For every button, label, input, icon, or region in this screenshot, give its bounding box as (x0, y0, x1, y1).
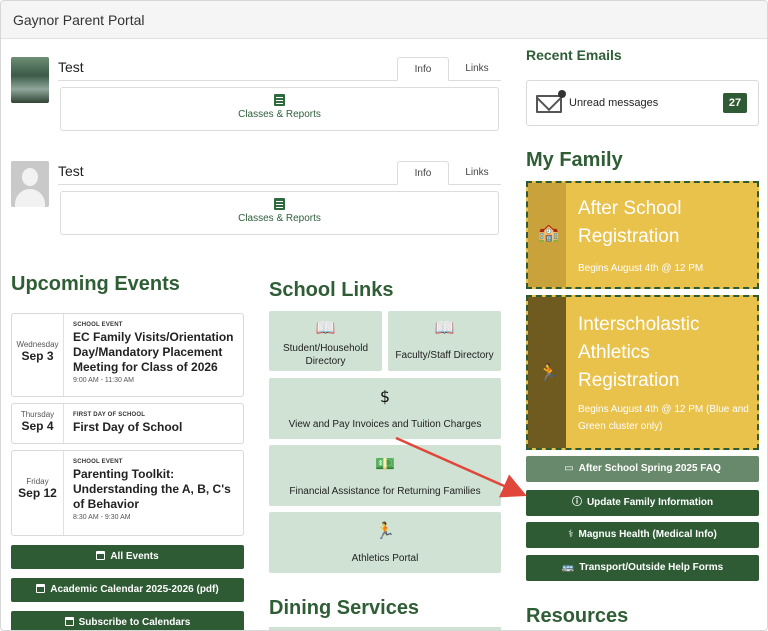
tab-info[interactable]: Info (397, 161, 449, 185)
tab-info[interactable]: Info (397, 57, 449, 81)
portal-window: Gaynor Parent Portal Test Info Links Cla… (0, 0, 768, 631)
annotation-arrow-icon (395, 436, 527, 498)
